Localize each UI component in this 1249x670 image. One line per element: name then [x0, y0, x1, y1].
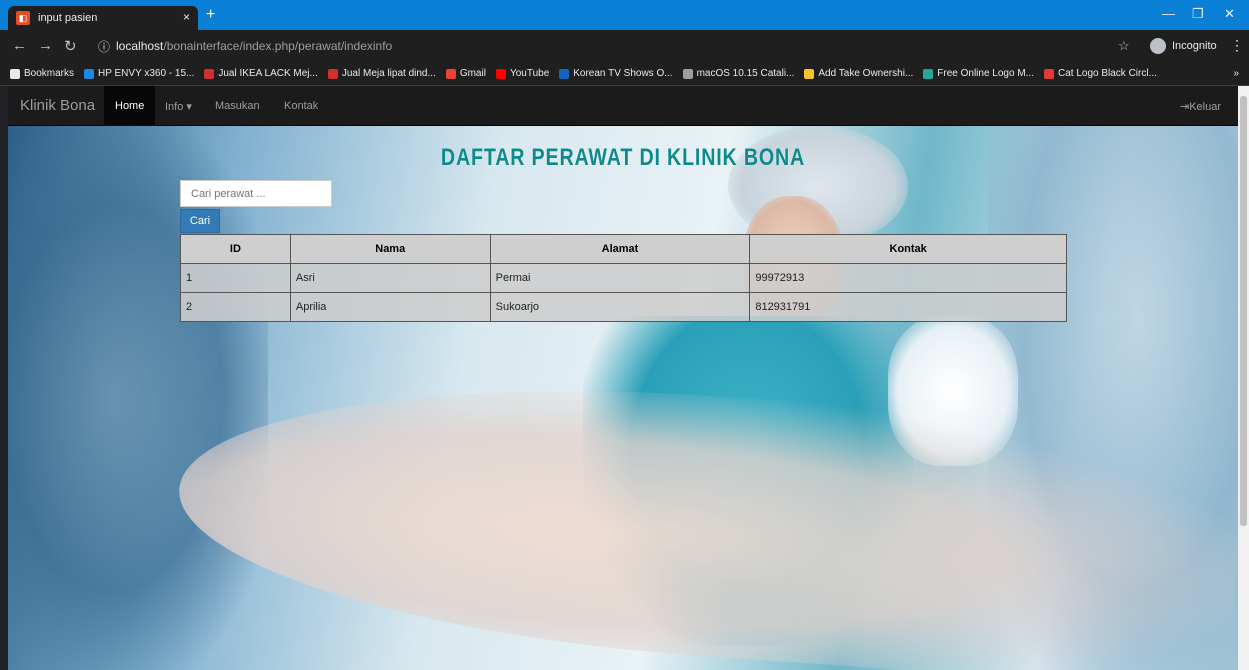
search-input[interactable]	[180, 180, 332, 207]
bookmark-favicon-icon	[682, 68, 693, 79]
bookmark-item[interactable]: HP ENVY x360 - 15...	[84, 68, 194, 79]
bookmark-item[interactable]: macOS 10.15 Catali...	[682, 68, 795, 79]
bookmark-item[interactable]: Cat Logo Black Circl...	[1043, 68, 1157, 79]
bookmark-favicon-icon	[445, 68, 456, 79]
bookmark-label: Add Take Ownershi...	[818, 68, 914, 79]
incognito-icon	[1150, 38, 1166, 54]
column-header-id: ID	[180, 234, 291, 264]
more-bookmarks-icon[interactable]: »	[1233, 68, 1249, 79]
restore-icon[interactable]: ❐	[1192, 6, 1204, 22]
site-info-icon[interactable]: ⓘ	[98, 38, 110, 55]
bookmark-label: macOS 10.15 Catali...	[696, 68, 795, 79]
logout-icon: ⇥	[1180, 101, 1190, 113]
bookmark-star-icon[interactable]: ☆	[1118, 38, 1130, 54]
forward-icon[interactable]: →	[38, 37, 53, 54]
tab-favicon-icon: ◧	[16, 11, 30, 25]
cell-nama: Asri	[289, 263, 491, 293]
tab-title: input pasien	[38, 12, 98, 24]
bookmark-favicon-icon	[923, 68, 934, 79]
bookmark-favicon-icon	[204, 68, 215, 79]
bookmark-label: Gmail	[459, 68, 486, 79]
table-row: 1 Asri Permai 99972913	[180, 263, 1067, 293]
bookmark-label: Free Online Logo M...	[937, 68, 1034, 79]
column-header-nama: Nama	[289, 234, 491, 264]
column-header-alamat: Alamat	[489, 234, 751, 264]
site-navbar: Klinik Bona Home Info ▾ Masukan Kontak ⇥…	[8, 86, 1238, 126]
bookmark-label: Jual IKEA LACK Mej...	[218, 68, 318, 79]
cell-id: 2	[180, 292, 291, 322]
bookmark-label: Jual Meja lipat dind...	[341, 68, 436, 79]
background-photo-region	[8, 126, 268, 670]
url-field[interactable]: ⓘ localhost /bonainterface/index.php/per…	[92, 34, 1142, 58]
bookmark-item[interactable]: YouTube	[495, 68, 550, 79]
logout-label: Keluar	[1189, 101, 1222, 113]
bookmarks-bar: Bookmarks HP ENVY x360 - 15... Jual IKEA L…	[0, 62, 1249, 86]
star-icon	[10, 68, 20, 79]
bookmark-item[interactable]: Jual Meja lipat dind...	[327, 68, 436, 79]
bookmark-favicon-icon	[1043, 68, 1054, 79]
cell-id: 1	[180, 263, 291, 293]
bookmark-item[interactable]: Gmail	[445, 68, 486, 79]
logout-link[interactable]: ⇥Keluar	[1180, 100, 1221, 113]
close-window-icon[interactable]: ✕	[1224, 6, 1235, 22]
search-button[interactable]: Cari	[180, 209, 220, 233]
nav-info-dropdown[interactable]: Info ▾	[165, 100, 192, 113]
cell-kontak: 812931791	[749, 292, 1067, 322]
nav-kontak[interactable]: Kontak	[284, 100, 318, 112]
bookmark-item[interactable]: Free Online Logo M...	[923, 68, 1034, 79]
cell-nama: Aprilia	[289, 292, 491, 322]
nav-home[interactable]: Home	[104, 86, 156, 126]
bookmark-favicon-icon	[327, 68, 338, 79]
cell-alamat: Sukoarjo	[489, 292, 751, 322]
browser-titlebar: ◧ input pasien × + — ❐ ✕	[0, 0, 1249, 30]
incognito-label: Incognito	[1172, 40, 1217, 52]
bookmarks-folder[interactable]: Bookmarks	[10, 68, 74, 79]
bookmark-item[interactable]: Add Take Ownershi...	[804, 68, 913, 79]
bookmark-item[interactable]: Jual IKEA LACK Mej...	[204, 68, 318, 79]
page-viewport: Klinik Bona Home Info ▾ Masukan Kontak ⇥…	[8, 86, 1238, 670]
bookmark-favicon-icon	[804, 68, 815, 79]
bookmark-favicon-icon	[84, 68, 95, 79]
browser-tab[interactable]: ◧ input pasien ×	[8, 6, 198, 30]
back-icon[interactable]: ←	[12, 37, 27, 54]
minimize-icon[interactable]: —	[1162, 6, 1175, 21]
reload-icon[interactable]: ↻	[64, 37, 77, 55]
table-header-row: ID Nama Alamat Kontak	[180, 234, 1067, 264]
bookmark-label: HP ENVY x360 - 15...	[98, 68, 195, 79]
bookmark-item[interactable]: Korean TV Shows O...	[559, 68, 673, 79]
new-tab-button[interactable]: +	[206, 6, 215, 24]
bookmark-label: YouTube	[509, 68, 550, 79]
nurse-table: ID Nama Alamat Kontak 1 Asri Permai 9997…	[180, 234, 1067, 322]
tab-close-icon[interactable]: ×	[183, 10, 190, 24]
bookmark-favicon-icon	[559, 68, 570, 79]
bookmark-label: Cat Logo Black Circl...	[1057, 68, 1157, 79]
nav-masukan[interactable]: Masukan	[215, 100, 260, 112]
cell-alamat: Permai	[489, 263, 751, 293]
page-title: DAFTAR PERAWAT DI KLINIK BONA	[440, 144, 806, 171]
cell-kontak: 99972913	[749, 263, 1067, 293]
bookmark-label: Korean TV Shows O...	[573, 68, 673, 79]
brand-link[interactable]: Klinik Bona	[20, 97, 95, 114]
column-header-kontak: Kontak	[749, 234, 1067, 264]
scrollbar-thumb[interactable]	[1240, 96, 1247, 526]
incognito-indicator[interactable]: Incognito	[1150, 35, 1217, 57]
bookmark-favicon-icon	[495, 68, 506, 79]
url-host: localhost	[116, 39, 164, 53]
address-bar-row: ← → ↻ ⓘ localhost /bonainterface/index.p…	[0, 30, 1249, 62]
menu-kebab-icon[interactable]: ⋮	[1230, 37, 1244, 54]
url-path: /bonainterface/index.php/perawat/indexin…	[163, 39, 393, 53]
table-row: 2 Aprilia Sukoarjo 812931791	[180, 292, 1067, 322]
page-scrollbar[interactable]	[1238, 86, 1249, 670]
bookmark-label: Bookmarks	[24, 68, 75, 79]
